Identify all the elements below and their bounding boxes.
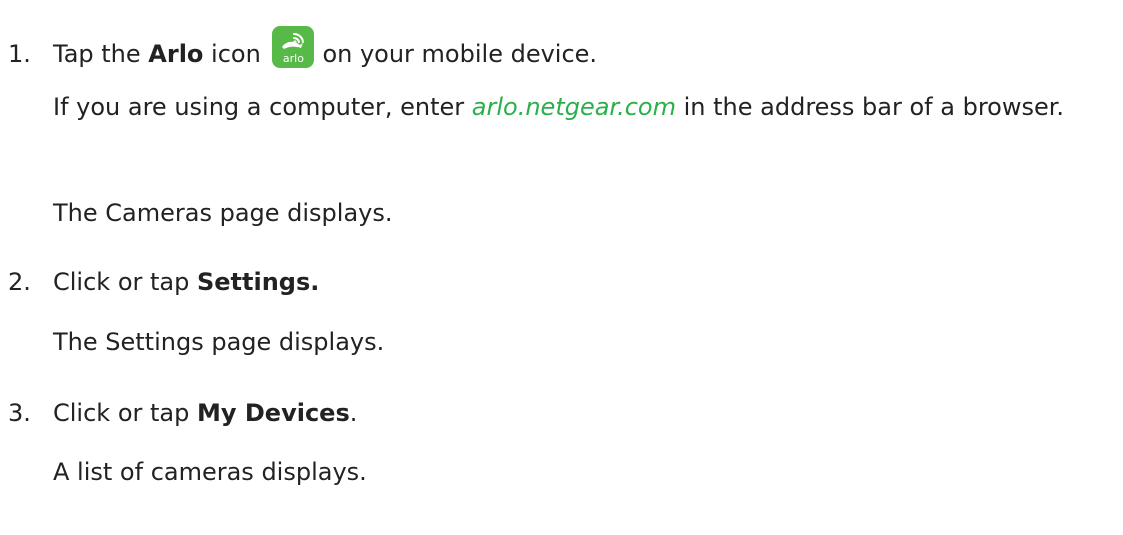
step-bold-text: My Devices bbox=[196, 399, 350, 427]
step-number: 1. bbox=[8, 40, 31, 68]
note-text: in the address bar of a browser. bbox=[675, 93, 1065, 121]
step-number: 2. bbox=[8, 268, 31, 296]
instruction-document: 1. Tap the Arlo icon arlo on your mobile … bbox=[0, 0, 1123, 535]
step-2: 2. Click or tap Settings. bbox=[8, 266, 319, 298]
step-text: Tap the bbox=[53, 40, 149, 68]
step-text: Click or tap bbox=[53, 268, 197, 296]
step-bold-text: Settings. bbox=[196, 268, 320, 296]
note-text: If you are using a computer, enter bbox=[53, 93, 472, 121]
step-text: Click or tap bbox=[53, 399, 197, 427]
step-2-result: The Settings page displays. bbox=[53, 328, 385, 356]
step-text: on your mobile device. bbox=[322, 40, 598, 68]
step-text: . bbox=[349, 399, 358, 427]
step-1: 1. Tap the Arlo icon arlo on your mobile … bbox=[8, 26, 597, 70]
step-bold-text: Arlo bbox=[148, 40, 204, 68]
step-1-note: If you are using a computer, enter arlo.… bbox=[53, 87, 1113, 127]
step-3-result: A list of cameras displays. bbox=[53, 458, 367, 486]
website-link[interactable]: arlo.netgear.com bbox=[472, 93, 676, 121]
step-text: icon bbox=[203, 40, 261, 68]
arlo-app-icon: arlo bbox=[272, 26, 315, 68]
step-number: 3. bbox=[8, 399, 31, 427]
step-1-result: The Cameras page displays. bbox=[53, 199, 393, 227]
step-3: 3. Click or tap My Devices. bbox=[8, 397, 357, 429]
arlo-icon-label: arlo bbox=[282, 52, 304, 65]
